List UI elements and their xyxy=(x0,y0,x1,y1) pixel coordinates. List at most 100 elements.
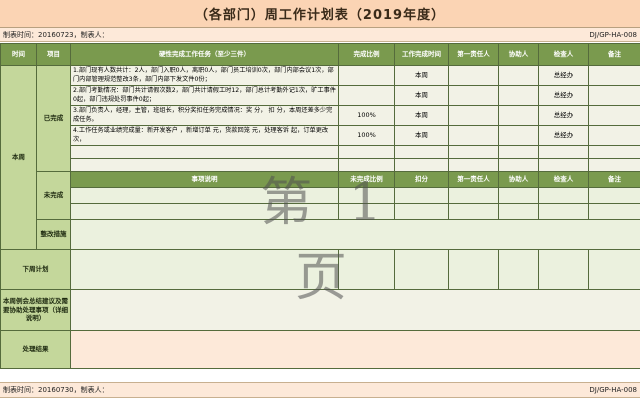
undone-ratio-cell[interactable] xyxy=(338,203,395,220)
checker-cell[interactable] xyxy=(538,203,589,220)
checker-cell[interactable]: 总经办 xyxy=(538,105,589,126)
remark-cell[interactable] xyxy=(588,145,640,159)
col-remark: 备注 xyxy=(588,43,640,66)
assist-cell[interactable] xyxy=(498,85,539,106)
col-undone-remark: 备注 xyxy=(588,171,640,188)
table-row: 处理结果 xyxy=(0,330,640,369)
section-undone: 未完成 xyxy=(36,171,71,220)
undone-ratio-cell[interactable] xyxy=(338,187,395,204)
deadline-cell[interactable]: 本周 xyxy=(394,65,449,86)
col-owner: 第一责任人 xyxy=(448,43,499,66)
table-row: 2.部门考勤情况：部门共计请假次数2，部门共计请假工时12，部门总计考勤外记1次… xyxy=(1,85,640,106)
summary-cell[interactable] xyxy=(70,289,640,331)
deadline-cell[interactable] xyxy=(394,249,449,290)
owner-cell[interactable] xyxy=(448,187,499,204)
section-this-week: 本周 xyxy=(0,65,37,250)
col-undone-item: 事项说明 xyxy=(70,171,339,188)
col-item: 项目 xyxy=(36,43,71,66)
deduct-cell[interactable] xyxy=(394,203,449,220)
section-done: 已完成 xyxy=(36,65,71,172)
next-task-cell[interactable] xyxy=(70,249,339,290)
task-cell[interactable]: 1.部门现有人数共计：2人，部门入职0人，离职0人，部门员工培训0次，部门内部会… xyxy=(70,65,339,86)
table-row xyxy=(1,203,640,220)
remark-cell[interactable] xyxy=(588,125,640,146)
task-cell[interactable]: 3.部门负责人，经理，主管，班组长，积分奖扣任务完成情况：奖 分， 扣 分，本周… xyxy=(70,105,339,126)
ratio-cell[interactable] xyxy=(338,65,395,86)
deadline-cell[interactable] xyxy=(394,145,449,159)
owner-cell[interactable] xyxy=(448,249,499,290)
checker-cell[interactable]: 总经办 xyxy=(538,125,589,146)
undone-item-cell[interactable] xyxy=(70,203,339,220)
remark-cell[interactable] xyxy=(588,65,640,86)
owner-cell[interactable] xyxy=(448,158,499,172)
ratio-cell[interactable] xyxy=(338,158,395,172)
col-undone-checker: 检查人 xyxy=(538,171,589,188)
col-ratio: 完成比例 xyxy=(338,43,395,66)
deduct-cell[interactable] xyxy=(394,187,449,204)
table-row xyxy=(1,158,640,172)
deadline-cell[interactable]: 本周 xyxy=(394,85,449,106)
col-checker: 检查人 xyxy=(538,43,589,66)
table-row: 3.部门负责人，经理，主管，班组长，积分奖扣任务完成情况：奖 分， 扣 分，本周… xyxy=(1,105,640,126)
assist-cell[interactable] xyxy=(498,65,539,86)
remark-cell[interactable] xyxy=(588,203,640,220)
table-row: 本周例会总结建议及需要协助处理事项（详细说明） xyxy=(0,289,640,331)
checker-cell[interactable] xyxy=(538,158,589,172)
deadline-cell[interactable]: 本周 xyxy=(394,105,449,126)
ratio-cell[interactable] xyxy=(338,249,395,290)
undone-header-row: 未完成 事项说明 未完成比例 扣分 第一责任人 协助人 检查人 备注 xyxy=(1,171,640,220)
checker-cell[interactable]: 总经办 xyxy=(538,65,589,86)
header-meta: 制表时间：20160723，制表人： DJ/GP-HA-008 xyxy=(0,28,640,42)
ratio-cell[interactable] xyxy=(338,85,395,106)
assist-cell[interactable] xyxy=(498,145,539,159)
task-cell[interactable] xyxy=(70,145,339,159)
table-row: 下周计划 xyxy=(0,249,640,290)
section-next-week: 下周计划 xyxy=(0,249,71,290)
task-cell[interactable]: 2.部门考勤情况：部门共计请假次数2，部门共计请假工时12，部门总计考勤外记1次… xyxy=(70,85,339,106)
owner-cell[interactable] xyxy=(448,125,499,146)
assist-cell[interactable] xyxy=(498,203,539,220)
remark-cell[interactable] xyxy=(588,105,640,126)
deadline-cell[interactable] xyxy=(394,158,449,172)
checker-cell[interactable] xyxy=(538,187,589,204)
owner-cell[interactable] xyxy=(448,65,499,86)
remark-cell[interactable] xyxy=(588,158,640,172)
col-undone-owner: 第一责任人 xyxy=(448,171,499,188)
result-cell[interactable] xyxy=(70,330,640,369)
owner-cell[interactable] xyxy=(448,85,499,106)
section-result: 处理结果 xyxy=(0,330,71,369)
checker-cell[interactable] xyxy=(538,249,589,290)
task-cell[interactable] xyxy=(70,158,339,172)
table-row: 整改措施 xyxy=(1,219,640,250)
section-fix: 整改措施 xyxy=(36,219,71,250)
col-undone-assist: 协助人 xyxy=(498,171,539,188)
undone-item-cell[interactable] xyxy=(70,187,339,204)
ratio-cell[interactable]: 100% xyxy=(338,105,395,126)
assist-cell[interactable] xyxy=(498,125,539,146)
owner-cell[interactable] xyxy=(448,145,499,159)
owner-cell[interactable] xyxy=(448,203,499,220)
fix-cell[interactable] xyxy=(70,219,640,250)
assist-cell[interactable] xyxy=(498,187,539,204)
checker-cell[interactable]: 总经办 xyxy=(538,85,589,106)
assist-cell[interactable] xyxy=(498,158,539,172)
remark-cell[interactable] xyxy=(588,249,640,290)
made-time: 制表时间：20160723，制表人： xyxy=(3,30,109,39)
deadline-cell[interactable]: 本周 xyxy=(394,125,449,146)
checker-cell[interactable] xyxy=(538,145,589,159)
assist-cell[interactable] xyxy=(498,105,539,126)
ratio-cell[interactable] xyxy=(338,145,395,159)
section-summary: 本周例会总结建议及需要协助处理事项（详细说明） xyxy=(0,289,71,331)
assist-cell[interactable] xyxy=(498,249,539,290)
task-cell[interactable]: 4.工作任务或业绩完成量：新开发客户 ，新增订单 元，货款回笼 元，处理客诉 起… xyxy=(70,125,339,146)
footer-made-time: 制表时间：20160730，制表人： xyxy=(3,386,109,394)
table-header-row: 时间 项目 硬性完成工作任务（至少三件） 完成比例 工作完成时间 第一责任人 协… xyxy=(0,43,640,66)
table-row xyxy=(1,187,640,204)
footer-doc-code: DJ/GP-HA-008 xyxy=(589,386,637,394)
owner-cell[interactable] xyxy=(448,105,499,126)
col-undone-ratio: 未完成比例 xyxy=(338,171,395,188)
remark-cell[interactable] xyxy=(588,85,640,106)
remark-cell[interactable] xyxy=(588,187,640,204)
ratio-cell[interactable]: 100% xyxy=(338,125,395,146)
col-deduct: 扣分 xyxy=(394,171,449,188)
